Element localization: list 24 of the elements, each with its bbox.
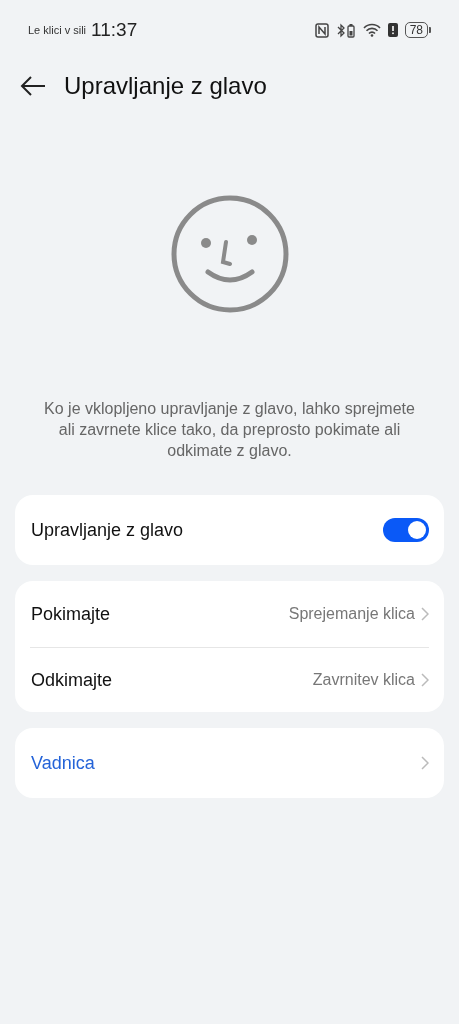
setting-row[interactable]: Pokimajte Sprejemanje klica bbox=[30, 581, 429, 647]
tutorial-link[interactable]: Vadnica bbox=[31, 752, 421, 774]
setting-value: Sprejemanje klica bbox=[288, 605, 415, 623]
toggle-switch[interactable] bbox=[383, 518, 429, 542]
wifi-icon bbox=[362, 23, 381, 37]
setting-label: Pokimajte bbox=[31, 603, 112, 625]
alert-icon bbox=[387, 23, 398, 37]
chevron-icon bbox=[421, 756, 429, 770]
page-title: Upravljanje z glavo bbox=[64, 72, 267, 100]
tutorial-row[interactable]: Vadnica bbox=[30, 728, 429, 798]
smiley-face-icon bbox=[169, 194, 290, 314]
setting-row[interactable]: Odkimajte Zavrnitev klica bbox=[30, 647, 429, 712]
clock: 11:37 bbox=[91, 19, 138, 41]
nfc-icon bbox=[314, 22, 329, 38]
description-text: Ko je vklopljeno upravljanje z glavo, lahko sprejmete ali zavrnete klice tako, da preprosto pokimate ali odkimate z glavo. bbox=[43, 399, 416, 461]
carrier-text: Le klici v sili bbox=[28, 24, 87, 36]
bluetooth-battery-icon bbox=[335, 22, 356, 38]
setting-label: Odkimajte bbox=[31, 669, 114, 691]
setting-label: Upravljanje z glavo bbox=[31, 519, 185, 541]
chevron-icon bbox=[421, 607, 429, 621]
chevron-icon bbox=[421, 673, 429, 687]
setting-value: Zavrnitev klica bbox=[312, 671, 415, 689]
battery-indicator: 78 bbox=[404, 22, 431, 38]
back-arrow-icon[interactable] bbox=[20, 76, 46, 96]
